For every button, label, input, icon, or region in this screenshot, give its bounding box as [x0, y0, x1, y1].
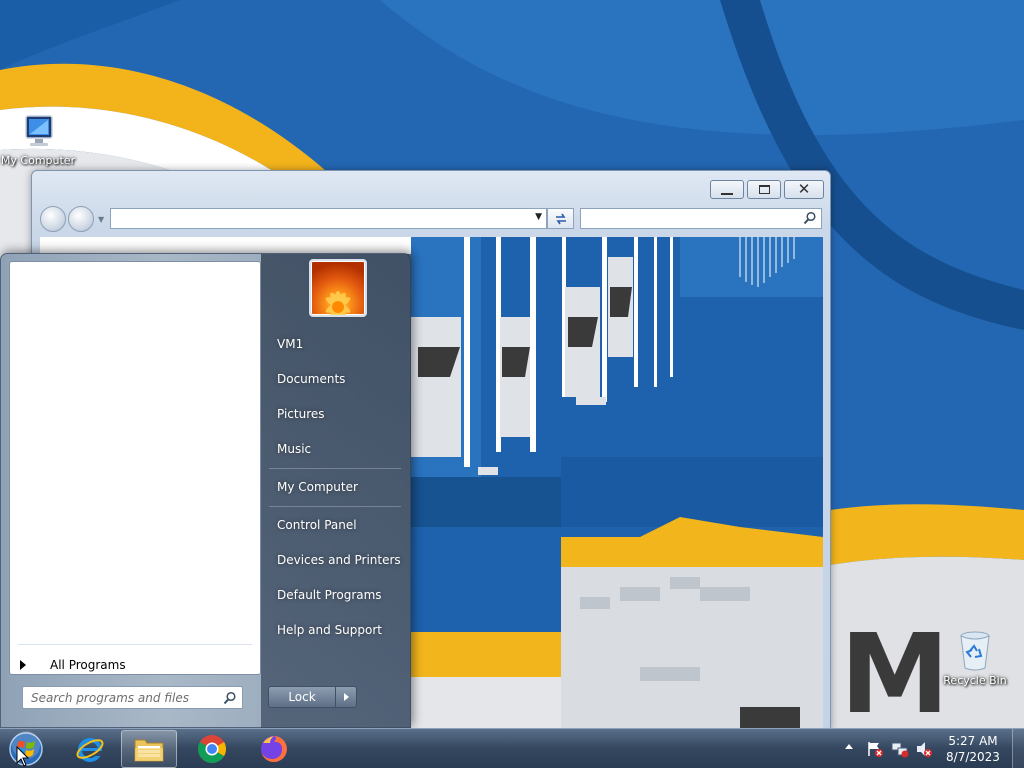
maximize-button[interactable] — [747, 180, 781, 199]
address-bar[interactable]: ▼ — [110, 208, 547, 229]
taskbar: 5:27 AM 8/7/2023 — [0, 728, 1024, 768]
search-icon — [803, 211, 816, 225]
chrome-icon — [198, 735, 226, 763]
computer-monitor-icon — [25, 115, 53, 146]
taskbar-chrome[interactable] — [184, 730, 240, 768]
firefox-icon — [261, 736, 287, 762]
clock-date: 8/7/2023 — [946, 750, 1000, 764]
taskbar-clock[interactable]: 5:27 AM 8/7/2023 — [942, 733, 1004, 765]
menu-separator — [269, 506, 401, 507]
taskbar-windows-explorer[interactable] — [121, 730, 177, 768]
recycle-bin-icon — [960, 631, 990, 671]
start-right-pane: VM1 Documents Pictures Music My Computer… — [261, 254, 411, 728]
power-options-arrow-button[interactable] — [336, 686, 357, 708]
all-programs-label: All Programs — [50, 658, 126, 672]
desktop: M My Computer Recycle Bin ✕ ▼ ▼ All Prog… — [0, 0, 1024, 728]
flower-user-picture — [325, 291, 351, 315]
close-icon: ✕ — [797, 180, 811, 198]
taskbar-firefox[interactable] — [246, 730, 302, 768]
windows-explorer-icon — [134, 739, 164, 762]
lock-button[interactable]: Lock — [268, 686, 336, 708]
desktop-icon-label: Recycle Bin — [943, 674, 1007, 687]
minimize-button[interactable] — [710, 180, 744, 199]
internet-explorer-icon — [76, 738, 104, 762]
back-button[interactable] — [40, 206, 66, 232]
programs-divider — [18, 644, 252, 645]
my-computer-desktop-icon[interactable]: My Computer — [0, 112, 80, 167]
start-search-input[interactable]: Search programs and files — [22, 686, 243, 709]
all-programs-button[interactable]: All Programs — [20, 654, 250, 676]
network-icon[interactable] — [891, 740, 909, 758]
recycle-bin-desktop-icon[interactable]: Recycle Bin — [933, 630, 1017, 687]
start-item-pictures[interactable]: Pictures — [267, 402, 405, 426]
start-item-user-folder[interactable]: VM1 — [267, 332, 405, 356]
start-item-devices-and-printers[interactable]: Devices and Printers — [267, 548, 405, 572]
start-item-my-computer[interactable]: My Computer — [267, 475, 405, 499]
address-dropdown-icon[interactable]: ▼ — [535, 212, 542, 222]
menu-separator — [269, 468, 401, 469]
clock-time: 5:27 AM — [948, 734, 998, 748]
right-arrow-icon — [20, 660, 26, 670]
lock-button-group: Lock — [268, 686, 357, 708]
desktop-icon-label: My Computer — [0, 154, 76, 167]
search-icon — [223, 691, 236, 705]
programs-pane: All Programs — [9, 261, 261, 675]
start-item-default-programs[interactable]: Default Programs — [267, 583, 405, 607]
start-item-help-and-support[interactable]: Help and Support — [267, 618, 405, 642]
volume-muted-icon[interactable] — [915, 740, 933, 758]
forward-button[interactable] — [68, 206, 94, 232]
start-item-control-panel[interactable]: Control Panel — [267, 513, 405, 537]
maximize-icon — [758, 185, 770, 194]
refresh-button[interactable] — [547, 208, 574, 229]
start-item-music[interactable]: Music — [267, 437, 405, 461]
refresh-icon — [555, 213, 566, 224]
start-item-documents[interactable]: Documents — [267, 367, 405, 391]
minimize-icon — [721, 192, 733, 195]
show-desktop-button[interactable] — [1012, 729, 1024, 768]
action-center-flag-icon[interactable] — [866, 740, 884, 758]
close-button[interactable]: ✕ — [784, 180, 824, 199]
user-picture-icon[interactable] — [309, 259, 367, 317]
start-menu[interactable]: All Programs Search programs and files V… — [0, 253, 411, 728]
mouse-cursor-icon — [16, 746, 30, 767]
taskbar-internet-explorer[interactable] — [62, 730, 118, 768]
explorer-search-input[interactable] — [580, 208, 822, 229]
show-hidden-icons-button[interactable] — [845, 744, 853, 749]
start-search-placeholder: Search programs and files — [31, 691, 189, 705]
recent-pages-dropdown-icon[interactable]: ▼ — [98, 215, 104, 224]
right-arrow-icon — [343, 693, 349, 701]
